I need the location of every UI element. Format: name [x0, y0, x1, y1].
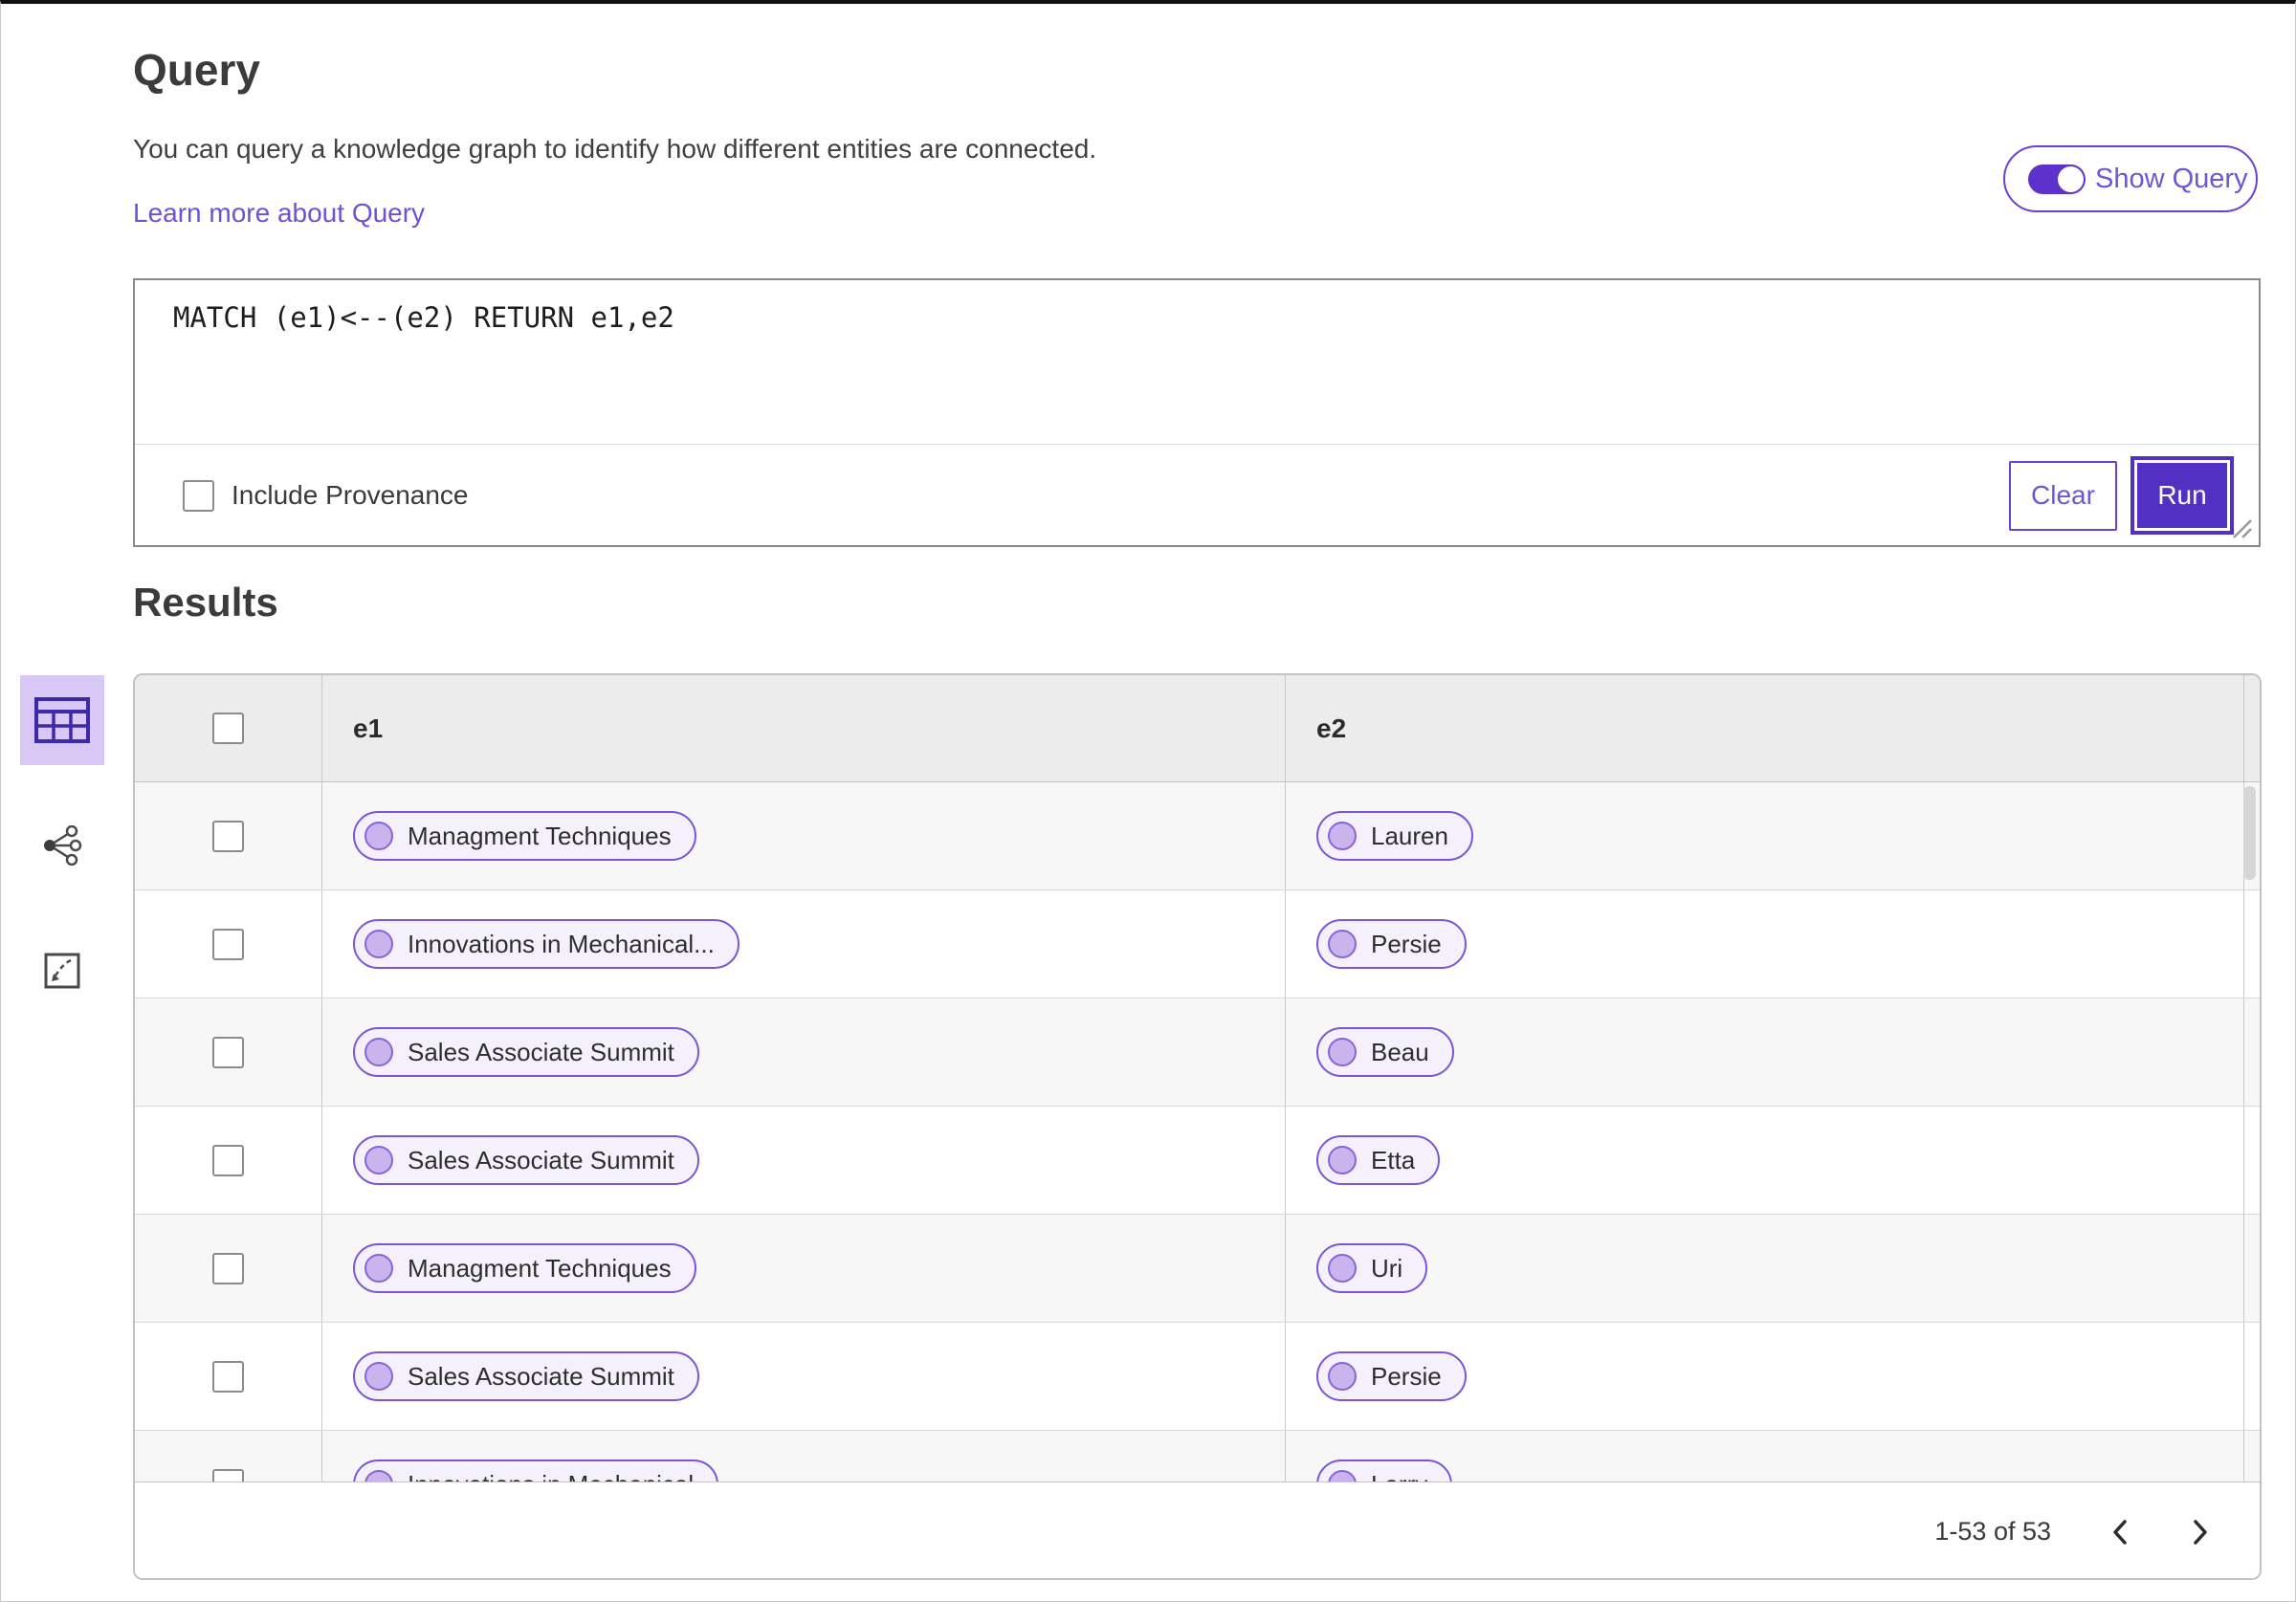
- row-checkbox[interactable]: [212, 1036, 244, 1068]
- table-header-row: e1 e2: [135, 675, 2260, 782]
- table-row: Managment Techniques Lauren: [135, 782, 2260, 890]
- entity-node-icon: [1328, 1038, 1357, 1066]
- table-row: Sales Associate Summit Beau: [135, 999, 2260, 1107]
- entity-node-icon: [1328, 1362, 1357, 1391]
- row-checkbox[interactable]: [212, 928, 244, 960]
- chevron-right-icon: [2194, 1519, 2207, 1545]
- e1-entity-pill[interactable]: Managment Techniques: [353, 811, 696, 861]
- e2-entity-pill[interactable]: Lauren: [1316, 811, 1473, 861]
- row-checkbox[interactable]: [212, 1144, 244, 1176]
- pagination-next-button[interactable]: [2181, 1513, 2219, 1551]
- show-query-label: Show Query: [2095, 163, 2248, 194]
- results-view-switcher: [20, 675, 104, 1016]
- graph-view-button[interactable]: [20, 801, 104, 890]
- e2-entity-label: Persie: [1371, 929, 1442, 958]
- expand-view-icon: [44, 953, 80, 989]
- e2-entity-label: Lauren: [1371, 821, 1448, 850]
- e1-entity-label: Managment Techniques: [408, 1253, 672, 1283]
- table-row: Innovations in Mechanical... Persie: [135, 890, 2260, 999]
- results-table-card: e1 e2 Managment Techniques Lauren Innova…: [133, 673, 2262, 1580]
- row-checkbox[interactable]: [212, 820, 244, 852]
- e1-entity-label: Innovations in Mechanical...: [408, 929, 715, 958]
- entity-node-icon: [364, 822, 393, 850]
- clear-button[interactable]: Clear: [2009, 460, 2117, 531]
- page-description: You can query a knowledge graph to ident…: [133, 134, 1097, 164]
- row-checkbox[interactable]: [212, 1252, 244, 1284]
- e2-entity-label: Etta: [1371, 1145, 1416, 1174]
- e2-entity-pill[interactable]: Persie: [1316, 919, 1467, 969]
- table-row: Managment Techniques Uri: [135, 1215, 2260, 1323]
- entity-node-icon: [364, 930, 393, 958]
- e1-entity-pill[interactable]: Sales Associate Summit: [353, 1135, 699, 1185]
- table-pagination: 1-53 of 53: [135, 1481, 2260, 1578]
- entity-node-icon: [364, 1470, 393, 1481]
- table-scrollbar[interactable]: [2243, 786, 2256, 880]
- entity-node-icon: [1328, 930, 1357, 958]
- e1-entity-pill[interactable]: Sales Associate Summit: [353, 1351, 699, 1401]
- e2-entity-label: Larry: [1371, 1470, 1427, 1482]
- table-view-button[interactable]: [20, 675, 104, 765]
- page-title: Query: [133, 45, 260, 95]
- e1-entity-label: Sales Associate Summit: [408, 1361, 674, 1391]
- entity-node-icon: [364, 1362, 393, 1391]
- e1-entity-pill[interactable]: Innovations in Mechanical: [353, 1459, 719, 1482]
- e2-entity-label: Persie: [1371, 1361, 1442, 1391]
- results-title: Results: [133, 580, 278, 625]
- table-view-icon: [34, 697, 90, 743]
- resize-handle-icon[interactable]: [2228, 515, 2255, 541]
- pagination-range-text: 1-53 of 53: [1934, 1517, 2051, 1546]
- table-body: Managment Techniques Lauren Innovations …: [135, 782, 2260, 1481]
- entity-node-icon: [1328, 1146, 1357, 1174]
- row-checkbox[interactable]: [212, 1468, 244, 1481]
- select-all-checkbox[interactable]: [212, 713, 244, 744]
- e2-entity-pill[interactable]: Etta: [1316, 1135, 1441, 1185]
- entity-node-icon: [1328, 822, 1357, 850]
- e2-entity-label: Beau: [1371, 1037, 1429, 1066]
- include-provenance-checkbox[interactable]: [183, 479, 214, 512]
- e2-entity-pill[interactable]: Larry: [1316, 1459, 1453, 1482]
- column-header-e2: e2: [1316, 713, 1347, 743]
- expand-view-button[interactable]: [20, 926, 104, 1016]
- e2-entity-pill[interactable]: Uri: [1316, 1243, 1428, 1293]
- entity-node-icon: [1328, 1254, 1357, 1283]
- entity-node-icon: [364, 1038, 393, 1066]
- query-card: MATCH (e1)<--(e2) RETURN e1,e2 Include P…: [133, 278, 2261, 547]
- e1-entity-label: Sales Associate Summit: [408, 1145, 674, 1174]
- table-row: Sales Associate Summit Persie: [135, 1323, 2260, 1431]
- toggle-on-icon[interactable]: [2028, 164, 2086, 194]
- query-page: Query You can query a knowledge graph to…: [0, 0, 2296, 1602]
- e1-entity-pill[interactable]: Innovations in Mechanical...: [353, 919, 740, 969]
- include-provenance-label: Include Provenance: [232, 480, 469, 510]
- e2-entity-label: Uri: [1371, 1253, 1403, 1283]
- e1-entity-pill[interactable]: Managment Techniques: [353, 1243, 696, 1293]
- learn-more-link[interactable]: Learn more about Query: [133, 198, 425, 229]
- chevron-left-icon: [2113, 1519, 2127, 1545]
- show-query-toggle[interactable]: Show Query: [2003, 145, 2258, 212]
- entity-node-icon: [1328, 1470, 1357, 1481]
- row-checkbox[interactable]: [212, 1360, 244, 1393]
- e1-entity-label: Managment Techniques: [408, 821, 672, 850]
- entity-node-icon: [364, 1146, 393, 1174]
- entity-node-icon: [364, 1254, 393, 1283]
- table-row: Innovations in Mechanical Larry: [135, 1431, 2260, 1481]
- graph-view-icon: [44, 825, 82, 866]
- include-provenance-checkbox-row[interactable]: Include Provenance: [183, 479, 469, 512]
- table-row: Sales Associate Summit Etta: [135, 1107, 2260, 1215]
- e1-entity-pill[interactable]: Sales Associate Summit: [353, 1027, 699, 1077]
- e1-entity-label: Sales Associate Summit: [408, 1037, 674, 1066]
- e1-entity-label: Innovations in Mechanical: [408, 1470, 694, 1482]
- query-footer: Include Provenance Clear Run: [135, 445, 2259, 546]
- pagination-prev-button[interactable]: [2101, 1513, 2139, 1551]
- query-textarea[interactable]: MATCH (e1)<--(e2) RETURN e1,e2: [135, 280, 2259, 445]
- e2-entity-pill[interactable]: Beau: [1316, 1027, 1454, 1077]
- run-button[interactable]: Run: [2130, 456, 2234, 535]
- e2-entity-pill[interactable]: Persie: [1316, 1351, 1467, 1401]
- column-header-e1: e1: [353, 713, 384, 743]
